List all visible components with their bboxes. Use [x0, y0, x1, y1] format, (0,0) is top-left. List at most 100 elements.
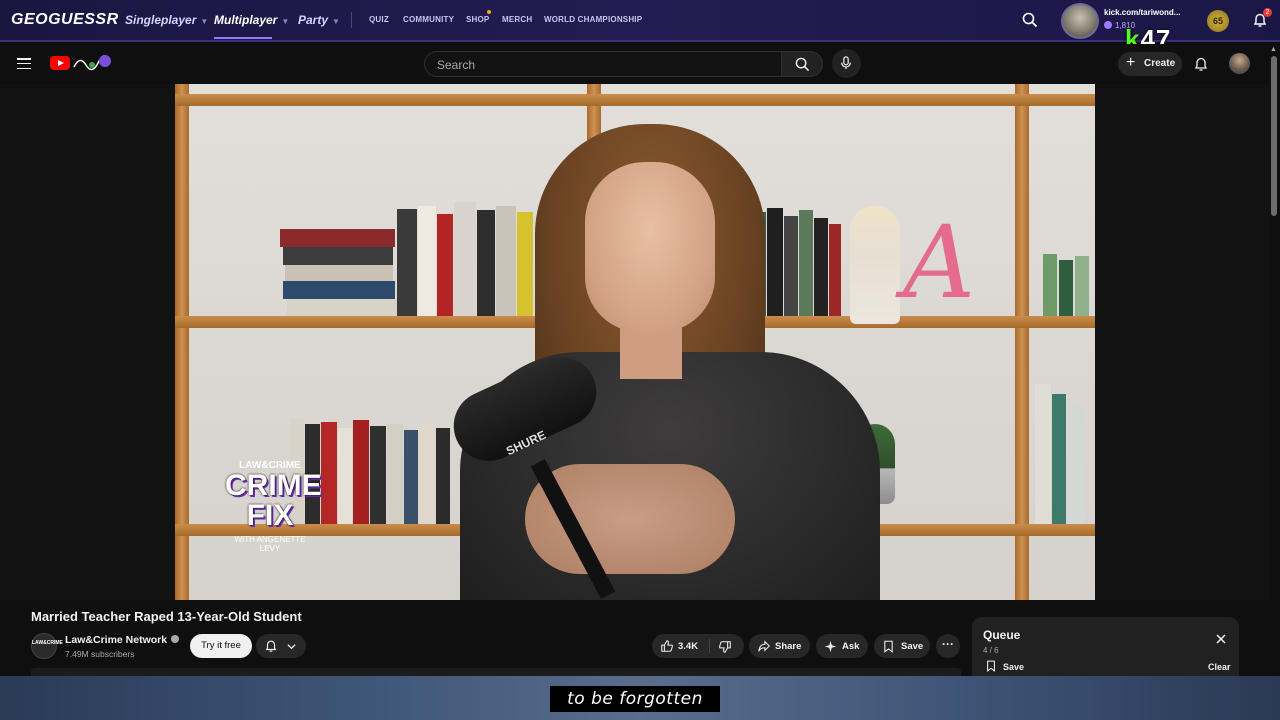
youtube-logo[interactable]: [50, 56, 70, 70]
dislike-button[interactable]: [710, 634, 744, 658]
channel-avatar[interactable]: LAW&CRIME: [31, 633, 63, 659]
book: [477, 210, 495, 316]
queue-clear-button[interactable]: Clear: [1208, 662, 1231, 672]
search-input[interactable]: [437, 56, 767, 73]
close-icon[interactable]: [1214, 632, 1228, 646]
sparkle-icon: [824, 640, 837, 653]
level-badge: 65: [1207, 10, 1229, 32]
ask-button[interactable]: Ask: [816, 634, 868, 658]
nav-multiplayer[interactable]: Multiplayer ▼: [214, 13, 289, 27]
notifications-bell-icon[interactable]: [1193, 56, 1209, 72]
channel-name-label: Law&Crime Network: [65, 634, 168, 646]
crime-fix-logo-host: WITH ANGENETTE LEVY: [234, 535, 306, 553]
chevron-down-icon: ▼: [281, 17, 290, 26]
like-count: 3.4K: [678, 641, 699, 652]
book: [283, 247, 393, 265]
coin-icon: [1104, 21, 1112, 29]
crime-fix-logo-line2: FIX: [246, 499, 294, 532]
player-side-margin-right: [1095, 84, 1270, 600]
bell-icon: [265, 640, 277, 652]
like-button[interactable]: 3.4K: [652, 634, 709, 658]
book: [370, 426, 386, 524]
book: [1052, 394, 1066, 524]
book: [283, 281, 395, 299]
create-label: Create: [1144, 58, 1176, 69]
nav-party[interactable]: Party ▼: [298, 13, 340, 27]
voice-search-button[interactable]: [832, 49, 861, 78]
share-icon: [758, 640, 770, 652]
nav-singleplayer[interactable]: Singleplayer ▼: [125, 13, 208, 27]
scroll-up-arrow-icon[interactable]: ▲: [1270, 46, 1277, 53]
book: [397, 209, 417, 316]
link-community[interactable]: COMMUNITY: [403, 15, 454, 24]
book: [1075, 256, 1089, 316]
link-world-championship[interactable]: WORLD CHAMPIONSHIP: [544, 15, 642, 24]
chevron-down-icon: ▼: [332, 17, 340, 26]
save-button[interactable]: Save: [874, 634, 930, 658]
verified-icon: [171, 635, 180, 643]
queue-save-label: Save: [1003, 662, 1025, 672]
stream-subtitle: to be forgotten: [550, 686, 720, 712]
try-it-free-button[interactable]: Try it free: [190, 634, 252, 658]
account-avatar[interactable]: [1229, 53, 1250, 74]
share-label: Share: [775, 641, 802, 652]
ask-label: Ask: [842, 641, 860, 652]
bookmark-icon: [987, 660, 995, 672]
bookshelf-post: [1015, 84, 1029, 600]
geoguessr-logo[interactable]: GEOGUESSR: [11, 11, 119, 29]
book: [767, 208, 783, 316]
thumbs-up-icon: [661, 640, 673, 652]
more-actions-button[interactable]: ···: [936, 634, 960, 658]
crime-fix-logo: LAW&CRIME CRIME FIX WITH ANGENETTE LEVY: [217, 460, 322, 570]
link-quiz[interactable]: QUIZ: [369, 15, 389, 24]
search-icon: [795, 57, 810, 72]
active-nav-underline: [214, 37, 272, 39]
geoguessr-top-bar: GEOGUESSR Singleplayer ▼ Multiplayer ▼ Par…: [0, 0, 1280, 42]
search-button[interactable]: [781, 51, 823, 77]
book: [1035, 384, 1051, 524]
save-label: Save: [901, 641, 924, 652]
video-title: Married Teacher Raped 13-Year-Old Studen…: [31, 609, 302, 624]
book: [404, 430, 418, 524]
subscription-bell-button[interactable]: [256, 634, 306, 658]
queue-title: Queue: [983, 628, 1021, 642]
menu-icon[interactable]: [17, 58, 31, 70]
subscriber-count: 7.49M subscribers: [65, 649, 135, 659]
create-button[interactable]: + Create: [1118, 52, 1182, 76]
search-icon[interactable]: [1022, 12, 1038, 28]
figurine-decoration: [850, 206, 900, 324]
book: [418, 206, 436, 316]
bookmark-icon: [884, 640, 893, 653]
search-field[interactable]: [424, 51, 782, 77]
nav-singleplayer-label: Singleplayer: [125, 13, 197, 27]
player-side-margin-left: [0, 84, 175, 600]
bookshelf-top: [175, 94, 1095, 106]
notification-badge: 2: [1263, 8, 1272, 17]
book: [321, 422, 337, 524]
username[interactable]: kick.com/tariwond...: [1104, 8, 1180, 17]
shop-notification-dot: [487, 10, 491, 14]
book: [517, 212, 533, 316]
book: [829, 224, 841, 316]
decorative-letter-a: A: [903, 204, 976, 321]
microphone-icon: [841, 56, 851, 70]
share-button[interactable]: Share: [749, 634, 810, 658]
book: [285, 265, 393, 281]
book: [496, 206, 516, 316]
nav-divider: [351, 12, 352, 28]
nav-multiplayer-label: Multiplayer: [214, 13, 278, 27]
link-shop[interactable]: SHOP: [466, 15, 489, 24]
book: [454, 202, 476, 316]
link-merch[interactable]: MERCH: [502, 15, 532, 24]
queue-save-button[interactable]: Save: [985, 660, 1024, 672]
doodle-logo-icon[interactable]: [72, 53, 112, 73]
book: [784, 216, 798, 316]
host-face: [585, 162, 715, 332]
user-avatar[interactable]: [1061, 3, 1099, 39]
page-scrollbar[interactable]: [1271, 56, 1277, 216]
thumbs-down-icon: [719, 641, 731, 653]
bookshelf-post: [175, 84, 189, 600]
video-player[interactable]: A SHURE LAW&CRIME CRIME FIX WITH ANGENET…: [175, 84, 1095, 600]
book: [436, 428, 450, 524]
channel-name[interactable]: Law&Crime Network: [65, 634, 180, 646]
